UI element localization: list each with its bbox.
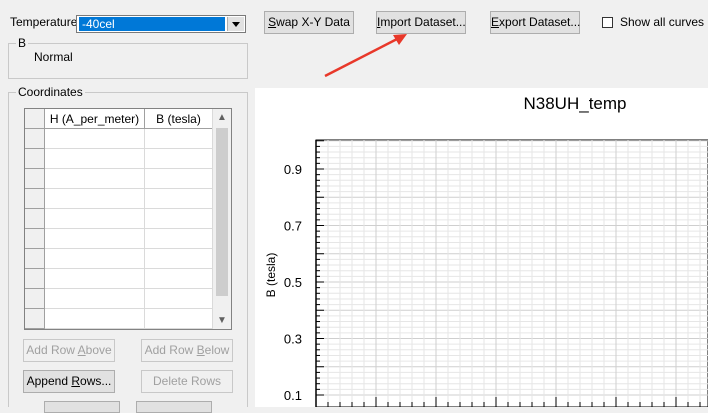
- cell-b[interactable]: [145, 229, 213, 249]
- cell-b[interactable]: [145, 289, 213, 309]
- delete-rows-button[interactable]: Delete Rows: [141, 370, 233, 393]
- delete-rows-label: Delete Rows: [152, 374, 222, 388]
- cell-h[interactable]: [45, 169, 145, 189]
- chart: N38UH_temp B (tesla) 0.9 0.7 0.5 0.3 0.1: [264, 94, 708, 408]
- cell-h[interactable]: [45, 309, 145, 329]
- import-dataset-label: Import Dataset...: [377, 15, 466, 29]
- cell-h[interactable]: [45, 269, 145, 289]
- cell-b[interactable]: [145, 129, 213, 149]
- corner-cell: [25, 109, 45, 129]
- table-header: H (A_per_meter) B (tesla): [25, 109, 213, 129]
- b-type-value: Normal: [34, 50, 73, 64]
- cell-b[interactable]: [145, 189, 213, 209]
- cell-h[interactable]: [45, 149, 145, 169]
- coordinates-group-title: Coordinates: [16, 85, 85, 99]
- temperature-label: Temperature: [10, 15, 78, 29]
- row-header[interactable]: [25, 229, 45, 249]
- annotation-arrow-icon: [324, 34, 407, 78]
- scroll-thumb[interactable]: [216, 128, 228, 296]
- cell-h[interactable]: [45, 189, 145, 209]
- row-header[interactable]: [25, 269, 45, 289]
- cell-b[interactable]: [145, 309, 213, 329]
- add-row-above-label: Add Row Above: [26, 343, 112, 357]
- b-group-title: B: [16, 36, 29, 50]
- column-header-h[interactable]: H (A_per_meter): [45, 109, 145, 129]
- cell-b[interactable]: [145, 209, 213, 229]
- export-dataset-button[interactable]: Export Dataset...: [490, 11, 580, 34]
- cell-h[interactable]: [45, 209, 145, 229]
- row-header[interactable]: [25, 169, 45, 189]
- y-tick-label: 0.7: [284, 219, 302, 234]
- cell-b[interactable]: [145, 269, 213, 289]
- y-axis-label: B (tesla): [264, 253, 278, 298]
- y-tick-label: 0.9: [284, 162, 302, 177]
- cell-b[interactable]: [145, 249, 213, 269]
- temperature-select[interactable]: -40cel: [76, 15, 246, 33]
- scroll-up-icon[interactable]: ▲: [213, 109, 231, 126]
- scroll-down-icon[interactable]: ▼: [213, 312, 231, 329]
- add-row-below-button[interactable]: Add Row Below: [141, 339, 233, 362]
- table-scrollbar[interactable]: ▲ ▼: [212, 109, 231, 329]
- append-rows-label: Append Rows...: [26, 374, 112, 388]
- show-all-curves-label[interactable]: Show all curves: [620, 15, 704, 29]
- row-header[interactable]: [25, 249, 45, 269]
- row-header[interactable]: [25, 129, 45, 149]
- cell-b[interactable]: [145, 169, 213, 189]
- row-header[interactable]: [25, 209, 45, 229]
- row-header[interactable]: [25, 309, 45, 329]
- y-tick-label: 0.1: [284, 388, 302, 403]
- plot-area[interactable]: N38UH_temp B (tesla) 0.9 0.7 0.5 0.3 0.1: [255, 88, 708, 408]
- row-header[interactable]: [25, 189, 45, 209]
- chart-grid: [315, 139, 708, 408]
- show-all-curves-checkbox[interactable]: [602, 17, 613, 28]
- add-row-above-button[interactable]: Add Row Above: [23, 339, 115, 362]
- chevron-down-icon[interactable]: [227, 17, 244, 31]
- bottom-button-left[interactable]: [44, 401, 120, 413]
- column-header-b[interactable]: B (tesla): [145, 109, 213, 129]
- cell-h[interactable]: [45, 249, 145, 269]
- row-header[interactable]: [25, 149, 45, 169]
- add-row-below-label: Add Row Below: [144, 343, 230, 357]
- cell-h[interactable]: [45, 289, 145, 309]
- temperature-value: -40cel: [78, 16, 226, 32]
- row-header[interactable]: [25, 289, 45, 309]
- cell-h[interactable]: [45, 229, 145, 249]
- swap-xy-label: Swap X-Y Data: [268, 15, 350, 29]
- append-rows-button[interactable]: Append Rows...: [23, 370, 115, 393]
- bottom-button-right[interactable]: [136, 401, 212, 413]
- chart-title: N38UH_temp: [524, 94, 627, 113]
- y-tick-label: 0.3: [284, 332, 302, 347]
- cell-b[interactable]: [145, 149, 213, 169]
- coordinates-table[interactable]: H (A_per_meter) B (tesla) ▲ ▼: [24, 108, 232, 330]
- cell-h[interactable]: [45, 129, 145, 149]
- export-dataset-label: Export Dataset...: [491, 15, 581, 29]
- y-tick-label: 0.5: [284, 275, 302, 290]
